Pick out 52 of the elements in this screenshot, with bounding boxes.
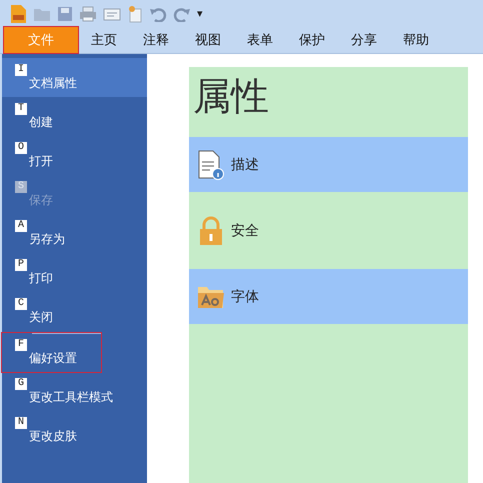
menu-item-label: 另存为 xyxy=(28,232,66,247)
shortcut-key: O xyxy=(15,142,27,154)
shortcut-key: P xyxy=(15,259,27,271)
shortcut-key: F xyxy=(15,339,27,351)
menu-item[interactable]: O 打开 xyxy=(2,136,95,175)
ribbon-tab[interactable]: 主页 xyxy=(78,27,130,53)
app-logo-icon[interactable] xyxy=(9,4,27,24)
menu-item[interactable]: P 打印 xyxy=(2,253,95,292)
property-row[interactable]: 描述 xyxy=(189,137,468,192)
undo-icon[interactable] xyxy=(149,6,167,22)
print-icon[interactable] xyxy=(79,6,97,22)
save-icon[interactable] xyxy=(57,6,73,22)
shortcut-key: I xyxy=(15,64,27,76)
redo-icon[interactable] xyxy=(173,6,191,22)
ribbon-tab[interactable]: 分享 xyxy=(338,27,390,53)
menu-item-label: 文档属性 xyxy=(28,76,78,91)
document-info-icon xyxy=(197,150,225,180)
padlock-icon xyxy=(197,216,225,246)
ribbon-tab[interactable]: 视图 xyxy=(182,27,234,53)
ribbon-tab[interactable]: 表单 xyxy=(234,27,286,53)
property-label: 描述 xyxy=(231,156,259,174)
menu-item-label: 关闭 xyxy=(28,310,54,325)
property-row[interactable]: 字体 xyxy=(189,269,468,324)
menu-item-label: 创建 xyxy=(28,115,54,130)
panel-title: 属性 xyxy=(192,73,270,120)
menu-item-label: 更改皮肤 xyxy=(28,429,78,444)
menu-item-label: 更改工具栏模式 xyxy=(28,390,113,405)
property-row[interactable]: 安全 xyxy=(189,203,468,258)
shortcut-key: N xyxy=(15,417,27,429)
property-label: 安全 xyxy=(231,222,259,240)
menu-item-label: 保存 xyxy=(28,193,54,208)
menu-item[interactable]: T 创建 xyxy=(2,97,95,136)
shortcut-key: S xyxy=(15,181,27,193)
ribbon-tab[interactable]: 注释 xyxy=(130,27,182,53)
mail-icon[interactable] xyxy=(103,6,121,22)
menu-item[interactable]: A 另存为 xyxy=(2,214,95,253)
shortcut-key: A xyxy=(15,220,27,232)
menu-item[interactable]: I 文档属性 xyxy=(2,58,147,97)
ribbon-tab[interactable]: 保护 xyxy=(286,27,338,53)
shortcut-key: T xyxy=(15,103,27,115)
shortcut-key: G xyxy=(15,378,27,390)
menu-item-label: 打开 xyxy=(28,154,54,169)
ribbon-tab[interactable]: 帮助 xyxy=(390,27,442,53)
new-document-icon[interactable] xyxy=(127,4,143,22)
menu-item-label: 打印 xyxy=(28,271,54,286)
shortcut-key: C xyxy=(15,298,27,310)
menu-item-label: 偏好设置 xyxy=(28,351,78,366)
menu-item[interactable]: N 更改皮肤 xyxy=(2,411,95,450)
property-label: 字体 xyxy=(231,288,259,306)
menu-item[interactable]: G 更改工具栏模式 xyxy=(2,372,123,411)
menu-item[interactable]: C 关闭 xyxy=(2,292,95,331)
customize-toolbar-button[interactable]: ▾ xyxy=(197,7,203,20)
